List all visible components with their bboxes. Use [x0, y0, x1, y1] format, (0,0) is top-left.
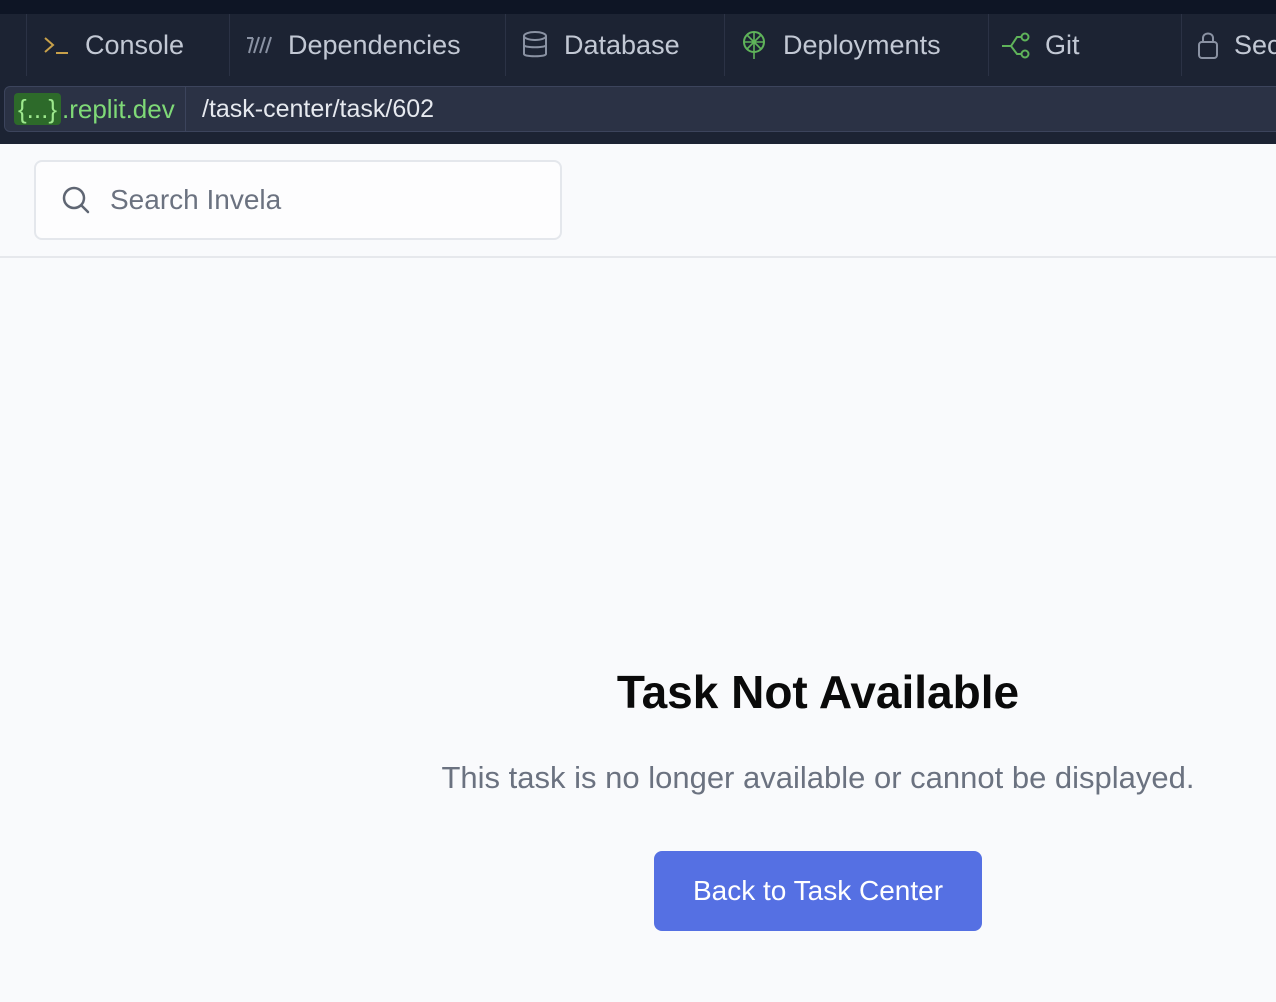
tab-database[interactable]: Database [506, 14, 725, 76]
status-message: This task is no longer available or cann… [441, 760, 1195, 795]
terminal-icon [41, 30, 71, 60]
tab-dependencies[interactable]: Dependencies [230, 14, 506, 76]
domain-text: .replit.dev [62, 94, 175, 124]
domain-badge: {...} [14, 93, 62, 125]
tab-label: Dependencies [288, 29, 461, 60]
url-divider [185, 87, 186, 131]
search-icon [60, 184, 92, 216]
lock-icon [1196, 30, 1220, 60]
header-divider [0, 256, 1276, 258]
top-strip [0, 0, 1276, 14]
deployments-icon [739, 30, 769, 60]
tab-label: Deployments [783, 29, 941, 60]
tab-label: Console [85, 29, 185, 60]
url-bar[interactable]: {...} .replit.dev /task-center/task/602 [4, 86, 1276, 132]
search-box[interactable] [34, 160, 562, 240]
git-icon [1001, 30, 1031, 60]
workspace-toolbar: Console Dependencies Database Deployment… [0, 0, 1276, 144]
tab-deployments[interactable]: Deployments [725, 14, 989, 76]
database-icon [520, 30, 550, 60]
dependencies-icon [244, 30, 274, 60]
url-path[interactable]: /task-center/task/602 [202, 87, 434, 131]
tab-secrets[interactable]: Sec [1182, 14, 1276, 76]
page-title: Task Not Available [616, 666, 1020, 718]
tab-bar: Console Dependencies Database Deployment… [0, 14, 1276, 76]
search-input[interactable] [108, 183, 532, 217]
tab-git[interactable]: Git [989, 14, 1182, 76]
tab-label: Database [564, 29, 680, 60]
tab-console[interactable]: Console [26, 14, 230, 76]
back-to-task-center-button[interactable]: Back to Task Center [654, 851, 982, 931]
tab-label: Git [1045, 29, 1080, 60]
tab-label: Sec [1234, 29, 1276, 60]
